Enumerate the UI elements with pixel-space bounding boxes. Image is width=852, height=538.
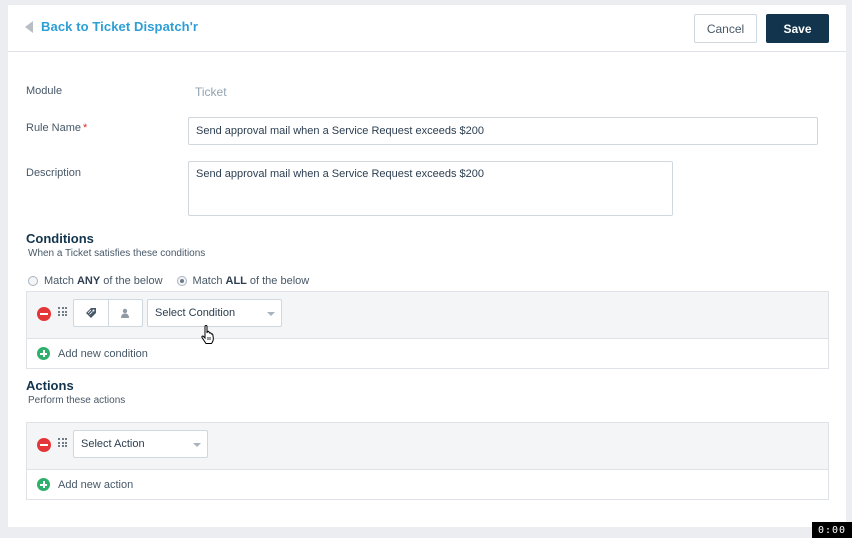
module-value: Ticket [195, 85, 227, 99]
actions-box: Select Action Add new action [26, 422, 829, 500]
rule-editor-card: Back to Ticket Dispatch'r Cancel Save Mo… [8, 5, 846, 527]
match-all-suffix: of the below [249, 275, 310, 287]
rule-name-label: Rule Name * [26, 122, 87, 134]
module-label: Module [26, 85, 63, 97]
add-action-label: Add new action [58, 478, 134, 491]
select-action-value: Select Action [81, 438, 145, 450]
plus-circle-icon [37, 347, 50, 360]
match-all-radio[interactable] [176, 276, 187, 286]
user-icon [121, 308, 130, 318]
select-condition-value: Select Condition [155, 307, 236, 319]
rule-name-input[interactable]: Send approval mail when a Service Reques… [188, 117, 818, 145]
hand-pointer-icon [201, 325, 214, 344]
ticket-source-button[interactable] [74, 300, 108, 326]
actions-subtitle: Perform these actions [28, 395, 126, 406]
page-header: Back to Ticket Dispatch'r Cancel Save [8, 5, 846, 52]
chevron-down-icon [193, 443, 201, 447]
match-all-option[interactable]: Match ALL of the below [176, 275, 310, 287]
match-any-keyword: ANY [76, 275, 101, 287]
chevron-down-icon [267, 312, 275, 316]
match-any-suffix: of the below [103, 275, 163, 287]
condition-row: Select Condition [27, 292, 828, 339]
description-textarea[interactable]: Send approval mail when a Service Reques… [188, 161, 673, 216]
match-any-option[interactable]: Match ANY of the below [28, 275, 163, 287]
recording-timer: 0:00 [812, 522, 852, 538]
match-any-radio[interactable] [28, 276, 38, 286]
add-condition-label: Add new condition [58, 347, 148, 360]
required-marker: * [83, 122, 88, 134]
rule-name-label-text: Rule Name [26, 122, 82, 134]
conditions-box: Select Condition Add new condition [26, 291, 829, 369]
caret-left-icon [25, 20, 33, 33]
select-condition-dropdown[interactable]: Select Condition [147, 299, 282, 327]
remove-condition-icon[interactable] [37, 307, 51, 321]
tag-icon [85, 308, 96, 318]
match-type-group: Match ANY of the below Match ALL of the … [28, 275, 323, 287]
conditions-title: Conditions [26, 231, 94, 246]
remove-action-icon[interactable] [37, 438, 51, 452]
drag-handle-icon[interactable] [58, 307, 67, 318]
match-all-prefix: Match [192, 275, 223, 287]
plus-circle-icon [37, 478, 50, 491]
add-action-button[interactable]: Add new action [37, 478, 133, 491]
back-link-label: Back to Ticket Dispatch'r [41, 19, 199, 34]
match-all-keyword: ALL [225, 275, 247, 287]
actions-title: Actions [26, 378, 74, 393]
drag-handle-icon[interactable] [58, 438, 67, 449]
save-button[interactable]: Save [766, 14, 829, 43]
cancel-button[interactable]: Cancel [694, 14, 757, 43]
add-condition-button[interactable]: Add new condition [37, 347, 148, 360]
back-link[interactable]: Back to Ticket Dispatch'r [25, 19, 198, 34]
description-label: Description [26, 167, 82, 179]
condition-source-toggle [73, 299, 143, 327]
select-action-dropdown[interactable]: Select Action [73, 430, 208, 458]
conditions-subtitle: When a Ticket satisfies these conditions [28, 248, 206, 259]
action-row: Select Action [27, 423, 828, 470]
requester-source-button[interactable] [107, 300, 142, 326]
match-any-prefix: Match [44, 275, 74, 287]
